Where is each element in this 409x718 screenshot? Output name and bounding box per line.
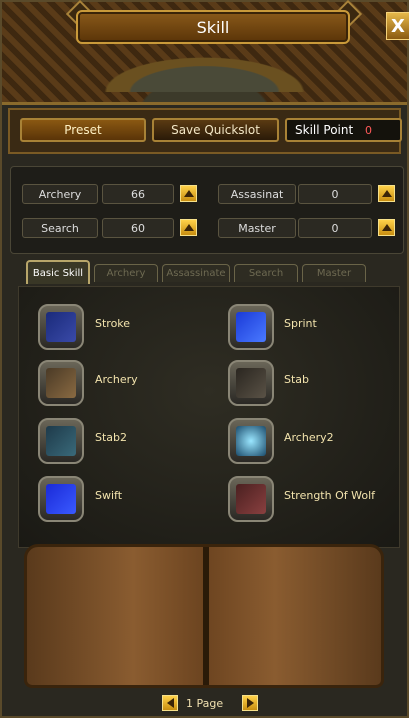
stat-search-label: Search	[22, 218, 98, 238]
glowing-arrows-icon[interactable]	[228, 418, 274, 464]
stat-assasinat-label: Assasinat	[218, 184, 296, 204]
stat-master-label: Master	[218, 218, 296, 238]
stat-master-value: 0	[298, 218, 372, 238]
tab-master[interactable]: Master	[302, 264, 366, 282]
skill-name-swift: Swift	[95, 489, 123, 502]
tab-archery[interactable]: Archery	[94, 264, 158, 282]
swift-figure-icon[interactable]	[38, 476, 84, 522]
stat-master-up-button[interactable]	[378, 219, 395, 236]
arrow-up-icon	[381, 224, 392, 231]
tab-assassinate[interactable]: Assassinate	[162, 264, 230, 282]
arrow-up-icon	[183, 224, 194, 231]
next-page-button[interactable]	[242, 695, 258, 711]
stats-panel	[10, 166, 404, 254]
spear-icon[interactable]	[38, 418, 84, 464]
wolf-icon[interactable]	[228, 476, 274, 522]
prev-page-button[interactable]	[162, 695, 178, 711]
stat-archery-up-button[interactable]	[180, 185, 197, 202]
stat-assasinat-up-button[interactable]	[378, 185, 395, 202]
book-decoration	[24, 544, 384, 688]
arrow-left-icon	[166, 698, 174, 708]
title-bar[interactable]: Skill	[76, 10, 350, 44]
skill-name-stroke: Stroke	[95, 317, 131, 330]
skill-name-archery: Archery	[95, 373, 138, 386]
sword-icon[interactable]	[38, 304, 84, 350]
stat-assasinat-value: 0	[298, 184, 372, 204]
skill-tabs: Basic Skill Archery Assassinate Search M…	[12, 256, 402, 286]
tab-basic-skill[interactable]: Basic Skill	[26, 260, 90, 284]
save-quickslot-button[interactable]: Save Quickslot	[152, 118, 279, 142]
skill-name-stab2: Stab2	[95, 431, 128, 444]
stat-archery-value: 66	[102, 184, 174, 204]
arrow-up-icon	[381, 190, 392, 197]
dagger-icon[interactable]	[228, 360, 274, 406]
skill-point-display: Skill Point 0	[285, 118, 402, 142]
skill-point-value: 0	[365, 123, 372, 137]
preset-button[interactable]: Preset	[20, 118, 146, 142]
running-man-icon[interactable]	[228, 304, 274, 350]
crossed-arrows-icon[interactable]	[38, 360, 84, 406]
stat-search-up-button[interactable]	[180, 219, 197, 236]
skill-name-sprint: Sprint	[284, 317, 317, 330]
arrow-up-icon	[183, 190, 194, 197]
arrow-right-icon	[246, 698, 254, 708]
skill-name-strength-of-wolf: Strength Of Wolf	[284, 489, 375, 502]
page-indicator: 1 Page	[186, 697, 224, 710]
stat-archery-label: Archery	[22, 184, 98, 204]
stat-search-value: 60	[102, 218, 174, 238]
close-button[interactable]: X	[386, 12, 409, 40]
tab-search[interactable]: Search	[234, 264, 298, 282]
window-title: Skill	[196, 17, 230, 37]
skill-name-stab: Stab	[284, 373, 310, 386]
pager: 1 Page	[162, 694, 258, 714]
skill-name-archery2: Archery2	[284, 431, 334, 444]
skill-point-label: Skill Point	[295, 123, 354, 137]
